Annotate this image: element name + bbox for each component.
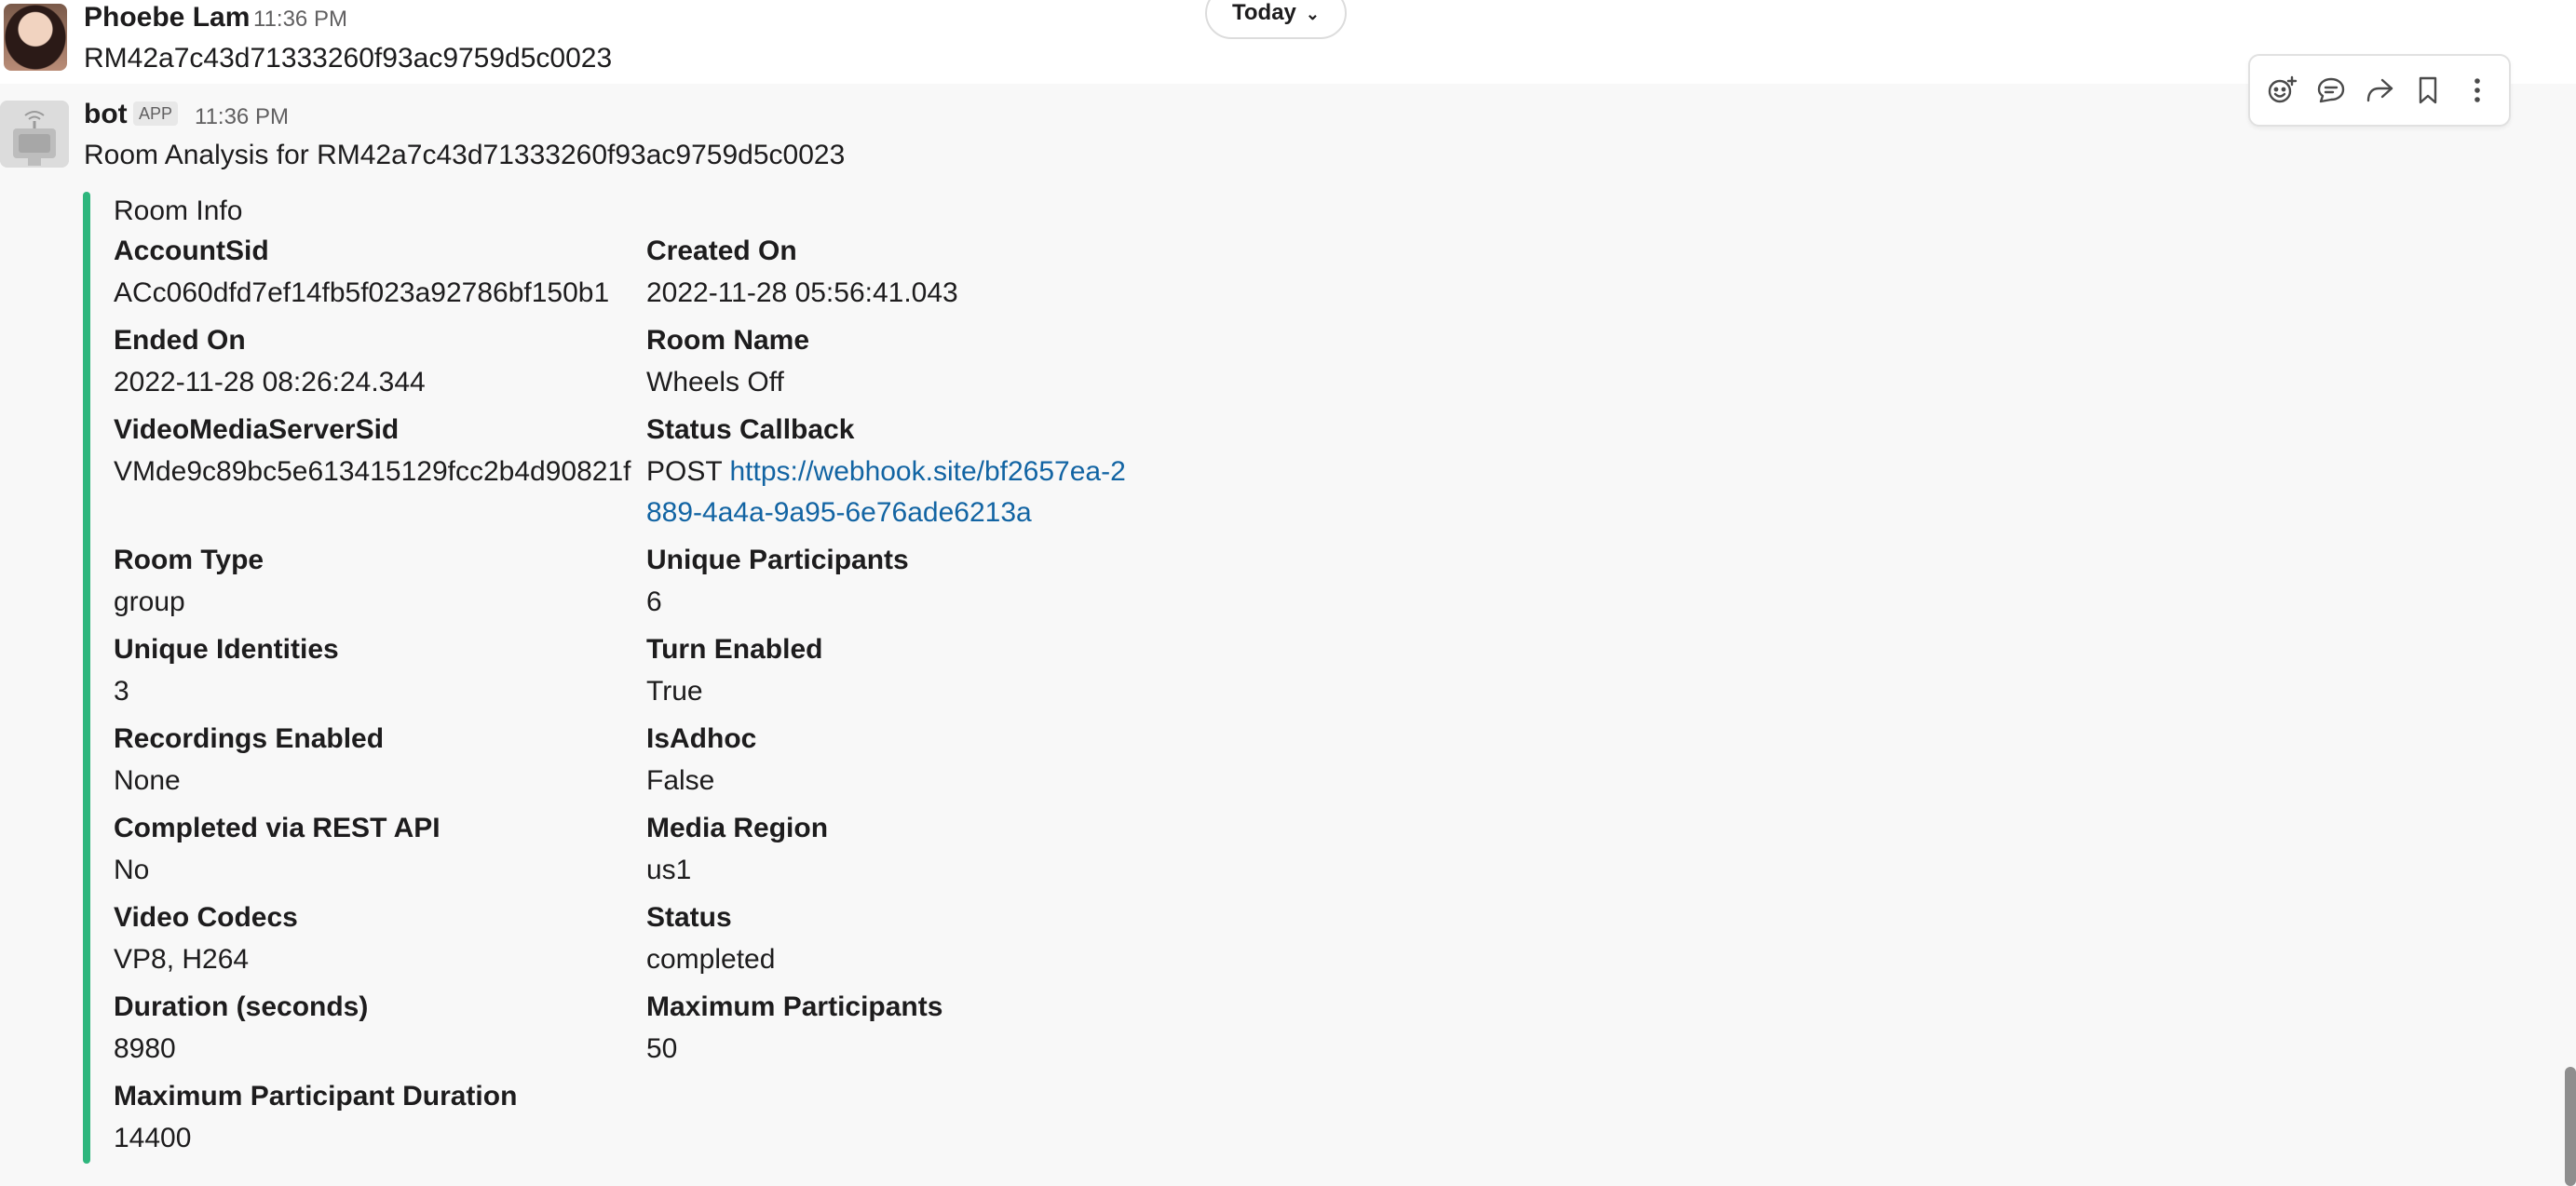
field-label-recordings-enabled: Recordings Enabled xyxy=(114,723,385,754)
field-value-account-sid: ACc060dfd7ef14fb5f023a92786bf150b1 xyxy=(114,277,610,308)
message-timestamp[interactable]: 11:36 PM xyxy=(253,7,347,33)
field-value-unique-participants: 6 xyxy=(646,586,662,617)
add-reaction-icon xyxy=(2268,75,2298,103)
field-value-recordings-enabled: None xyxy=(114,765,181,796)
field-value-room-name: Wheels Off xyxy=(646,367,784,398)
field-label-unique-participants: Unique Participants xyxy=(646,545,909,575)
add-reaction-button[interactable] xyxy=(2259,68,2304,113)
field-value-room-type: group xyxy=(114,586,185,617)
field-label-turn-enabled: Turn Enabled xyxy=(646,634,823,665)
reply-in-thread-icon xyxy=(2317,77,2344,103)
app-badge: APP xyxy=(133,101,179,126)
field-value-max-participants: 50 xyxy=(646,1033,678,1064)
field-label-room-type: Room Type xyxy=(114,545,264,575)
field-value-media-region: us1 xyxy=(646,855,692,885)
share-message-icon xyxy=(2366,78,2393,102)
field-label-created-on: Created On xyxy=(646,236,797,266)
message-actions-toolbar xyxy=(2248,54,2511,127)
field-value-max-participant-duration: 14400 xyxy=(114,1123,192,1153)
field-value-status-callback: POST https://webhook.site/bf2657ea-2889-… xyxy=(646,451,1140,533)
field-label-duration: Duration (seconds) xyxy=(114,991,369,1022)
field-label-completed-via-rest: Completed via REST API xyxy=(114,813,441,843)
more-actions-icon xyxy=(2474,78,2480,102)
field-value-duration: 8980 xyxy=(114,1033,176,1064)
save-bookmark-button[interactable] xyxy=(2406,68,2450,113)
field-label-max-participants: Maximum Participants xyxy=(646,991,943,1022)
message-text: RM42a7c43d71333260f93ac9759d5c0023 xyxy=(84,43,613,74)
attachment-accent-bar xyxy=(83,192,90,1164)
field-label-media-region: Media Region xyxy=(646,813,829,843)
message-author[interactable]: Phoebe Lam xyxy=(84,2,250,34)
field-label-account-sid: AccountSid xyxy=(114,236,269,266)
field-value-is-adhoc: False xyxy=(646,765,715,796)
field-value-video-codecs: VP8, H264 xyxy=(114,944,250,975)
field-label-ended-on: Ended On xyxy=(114,325,246,356)
field-value-vms-sid: VMde9c89bc5e613415129fcc2b4d90821f xyxy=(114,456,631,487)
field-label-status-callback: Status Callback xyxy=(646,414,855,445)
field-value-turn-enabled: True xyxy=(646,676,703,707)
field-label-is-adhoc: IsAdhoc xyxy=(646,723,757,754)
scrollbar-thumb[interactable] xyxy=(2565,1067,2576,1186)
field-value-ended-on: 2022-11-28 08:26:24.344 xyxy=(114,367,426,398)
callback-method: POST xyxy=(646,456,723,487)
field-label-room-name: Room Name xyxy=(646,325,810,356)
avatar-phoebe-lam[interactable] xyxy=(4,4,67,71)
share-message-button[interactable] xyxy=(2357,68,2402,113)
field-label-max-participant-duration: Maximum Participant Duration xyxy=(114,1081,518,1112)
date-divider-today-button[interactable]: Today ⌄ xyxy=(1205,0,1347,39)
message-text: Room Analysis for RM42a7c43d71333260f93a… xyxy=(84,140,846,170)
reply-in-thread-button[interactable] xyxy=(2309,68,2353,113)
attachment-title: Room Info xyxy=(114,195,243,226)
field-value-unique-identities: 3 xyxy=(114,676,129,707)
field-label-vms-sid: VideoMediaServerSid xyxy=(114,414,400,445)
field-value-status: completed xyxy=(646,944,776,975)
message-author[interactable]: bot xyxy=(84,99,128,130)
field-value-created-on: 2022-11-28 05:56:41.043 xyxy=(646,277,958,308)
field-label-status: Status xyxy=(646,902,732,933)
save-bookmark-icon xyxy=(2420,76,2437,104)
field-label-video-codecs: Video Codecs xyxy=(114,902,298,933)
avatar-bot[interactable] xyxy=(0,101,69,168)
field-label-unique-identities: Unique Identities xyxy=(114,634,339,665)
message-timestamp[interactable]: 11:36 PM xyxy=(195,104,289,130)
chevron-down-icon: ⌄ xyxy=(1305,4,1320,23)
message-bot xyxy=(0,84,2576,1186)
date-divider-label: Today xyxy=(1232,0,1296,25)
more-actions-button[interactable] xyxy=(2455,68,2500,113)
field-value-completed-via-rest: No xyxy=(114,855,150,885)
